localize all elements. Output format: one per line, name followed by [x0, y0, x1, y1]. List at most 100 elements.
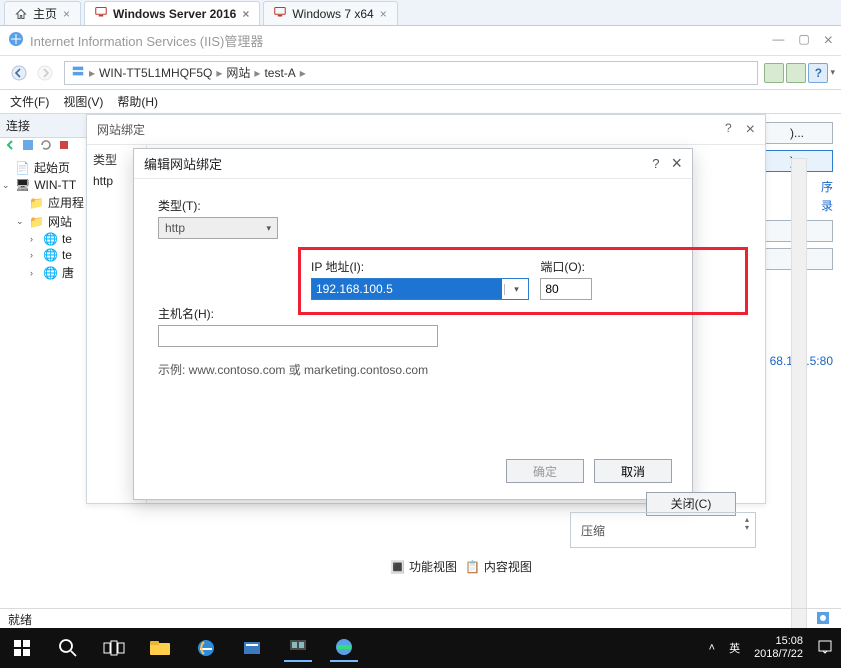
back-button[interactable] — [6, 60, 32, 86]
taskbar-app-1[interactable] — [238, 634, 266, 662]
content-view-tab[interactable]: 📋内容视图 — [465, 558, 532, 575]
iis-taskbar-icon[interactable] — [330, 634, 358, 662]
feature-panel-item[interactable]: 压缩 ▴▾ — [570, 512, 756, 548]
pool-icon: 📁 — [29, 196, 44, 210]
close-icon[interactable]: × — [63, 7, 70, 21]
server-icon: 🖥 — [15, 178, 30, 192]
task-view-icon[interactable] — [100, 634, 128, 662]
tree-host[interactable]: ⌄🖥WIN-TT — [2, 177, 86, 193]
menu-help[interactable]: 帮助(H) — [117, 93, 158, 110]
menu-bar: 文件(F) 视图(V) 帮助(H) — [0, 90, 841, 114]
tree-start-page[interactable]: 📄起始页 — [2, 158, 86, 177]
action-link-order[interactable]: 序 — [821, 180, 833, 194]
connections-toolbar — [0, 134, 86, 156]
vm-tab-other-label: Windows 7 x64 — [292, 7, 373, 21]
status-bar: 就绪 — [0, 608, 841, 628]
folder-icon: 📁 — [29, 215, 44, 229]
vm-tab-active-label: Windows Server 2016 — [113, 7, 236, 21]
explorer-icon[interactable] — [146, 634, 174, 662]
clock-time: 15:08 — [754, 635, 803, 648]
vm-tab-strip: 主页 × Windows Server 2016 × Windows 7 x64… — [0, 0, 841, 26]
port-label: 端口(O): — [540, 258, 600, 275]
notifications-icon[interactable] — [817, 639, 833, 658]
iis-app-icon — [8, 31, 24, 50]
globe-icon: 🌐 — [43, 248, 58, 262]
close-icon[interactable]: × — [746, 121, 755, 139]
maximize-button[interactable]: ▢ — [798, 32, 809, 50]
home-icon — [15, 8, 27, 20]
server-manager-icon[interactable] — [284, 634, 312, 662]
vm-tab-active[interactable]: Windows Server 2016 × — [84, 1, 260, 25]
ip-input[interactable] — [312, 279, 502, 299]
breadcrumb-sites[interactable]: 网站 — [226, 64, 250, 81]
toolbar-icons: ? ▾ — [764, 63, 835, 83]
toolbar-icon-1[interactable] — [764, 63, 784, 83]
close-button[interactable]: × — [824, 32, 833, 50]
minimize-button[interactable]: — — [772, 32, 784, 50]
feature-panel-label: 压缩 — [581, 522, 605, 539]
scroll-down-icon[interactable]: ▾ — [745, 524, 749, 532]
action-link-record[interactable]: 录 — [821, 199, 833, 213]
port-input[interactable] — [540, 278, 592, 300]
menu-view[interactable]: 视图(V) — [63, 93, 103, 110]
forward-button[interactable] — [32, 60, 58, 86]
start-button[interactable] — [8, 634, 36, 662]
nav-left-icon[interactable] — [4, 139, 16, 151]
toolbar-help-icon[interactable]: ? — [808, 63, 828, 83]
main-body: 连接 📄起始页 ⌄🖥WIN-TT 📁应用程 ⌄📁网站 ›🌐te ›🌐te ›🌐唐… — [0, 114, 841, 608]
menu-file[interactable]: 文件(F) — [10, 93, 49, 110]
list-icon: 📋 — [465, 560, 480, 574]
cancel-button[interactable]: 取消 — [594, 459, 672, 483]
toolbar-icon-2[interactable] — [786, 63, 806, 83]
search-icon[interactable] — [54, 634, 82, 662]
hostname-example: 示例: www.contoso.com 或 marketing.contoso.… — [158, 361, 668, 378]
screen-icon — [95, 6, 107, 21]
tree-site-tang[interactable]: ›🌐唐 — [2, 263, 86, 282]
connections-tree: 📄起始页 ⌄🖥WIN-TT 📁应用程 ⌄📁网站 ›🌐te ›🌐te ›🌐唐 — [2, 158, 86, 282]
close-icon[interactable]: × — [671, 153, 682, 174]
vm-tab-other[interactable]: Windows 7 x64 × — [263, 1, 397, 25]
status-text: 就绪 — [8, 613, 32, 627]
stop-icon[interactable] — [58, 139, 70, 151]
clock[interactable]: 15:08 2018/7/22 — [754, 635, 803, 661]
breadcrumb-site[interactable]: test-A — [264, 66, 295, 80]
globe-icon: 🌐 — [43, 232, 58, 246]
server-icon — [71, 64, 85, 81]
tree-site-te2[interactable]: ›🌐te — [2, 247, 86, 263]
type-combo-value: http — [165, 221, 185, 235]
ok-button[interactable]: 确定 — [506, 459, 584, 483]
ime-indicator[interactable]: 英 — [729, 640, 740, 656]
tree-sites[interactable]: ⌄📁网站 — [2, 212, 86, 231]
highlight-box: IP 地址(I): ▾ 端口(O): — [298, 247, 748, 315]
breadcrumb-host[interactable]: WIN-TT5L1MHQF5Q — [99, 66, 212, 80]
close-icon[interactable]: × — [380, 7, 387, 21]
hostname-input[interactable] — [158, 325, 438, 347]
close-icon[interactable]: × — [242, 7, 249, 21]
edit-binding-dialog: 编辑网站绑定 ?× 类型(T): http ▾ IP 地址(I): ▾ — [133, 148, 693, 500]
toolbar-dropdown-icon[interactable]: ▾ — [830, 67, 835, 78]
features-view-tab[interactable]: 🔳功能视图 — [390, 558, 457, 575]
ip-combo[interactable]: ▾ — [311, 278, 529, 300]
grid-icon: 🔳 — [390, 560, 405, 574]
clock-date: 2018/7/22 — [754, 648, 803, 661]
action-button-1[interactable]: )... — [761, 122, 833, 144]
save-icon[interactable] — [22, 139, 34, 151]
globe-icon: 🌐 — [43, 266, 58, 280]
help-icon[interactable]: ? — [652, 156, 659, 171]
chevron-down-icon: ▾ — [266, 223, 271, 234]
tree-site-te1[interactable]: ›🌐te — [2, 231, 86, 247]
tray-up-icon[interactable]: ˄ — [709, 642, 715, 654]
tree-apppools[interactable]: 📁应用程 — [2, 193, 86, 212]
type-label: 类型(T): — [158, 197, 278, 214]
chevron-down-icon[interactable]: ▾ — [504, 284, 528, 295]
config-icon[interactable] — [815, 610, 831, 626]
screen-icon — [274, 6, 286, 21]
help-icon[interactable]: ? — [725, 121, 732, 139]
refresh-icon[interactable] — [40, 139, 52, 151]
right-scrollbar[interactable] — [791, 158, 807, 668]
breadcrumb[interactable]: ▸ WIN-TT5L1MHQF5Q ▸ 网站 ▸ test-A ▸ — [64, 61, 758, 85]
type-combo[interactable]: http ▾ — [158, 217, 278, 239]
bindings-dialog-title: 网站绑定 — [97, 121, 145, 138]
ie-icon[interactable] — [192, 634, 220, 662]
vm-tab-home[interactable]: 主页 × — [4, 1, 81, 25]
